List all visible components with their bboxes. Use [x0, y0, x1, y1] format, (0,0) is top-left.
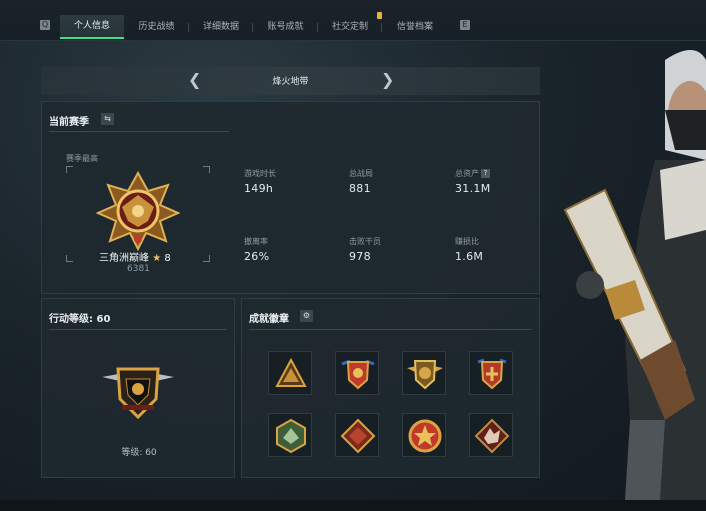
badge-slot[interactable] — [335, 351, 379, 395]
action-level-title: 行动等级: 60 — [49, 314, 111, 325]
tab-social-custom[interactable]: 社交定制 — [318, 15, 382, 39]
rank-points: 6381 — [127, 264, 150, 274]
current-season-panel: 当前赛季 ⇆ 赛季最高 三角洲巅峰 ★ 8 6381 游戏时长 149h 总战局… — [41, 101, 540, 294]
tab-bar: 个人信息 历史战绩 详细数据 账号成就 社交定制 信誉档案 — [60, 15, 448, 39]
stat-value-total-matches: 881 — [349, 182, 371, 195]
stat-value-total-assets: 31.1M — [455, 182, 491, 195]
frame-corner — [203, 255, 210, 262]
next-tab-key-icon[interactable]: E — [460, 20, 470, 30]
tab-personal-info[interactable]: 个人信息 — [60, 15, 124, 39]
eagle-shield-badge-icon — [341, 359, 375, 390]
panel-underline — [249, 329, 532, 330]
frame-corner — [66, 166, 73, 173]
stat-label-playtime: 游戏时长 — [244, 169, 276, 178]
action-level-emblem-icon — [102, 367, 174, 420]
stat-label-operators-defeated: 击败干员 — [349, 237, 381, 246]
stat-label-total-matches: 总战局 — [349, 169, 373, 178]
panel-underline — [49, 131, 229, 132]
stat-value-profit-loss: 1.6M — [455, 250, 484, 263]
triangle-badge-icon — [275, 357, 307, 387]
badge-slot[interactable] — [268, 413, 312, 457]
achievements-title: 成就徽章 — [249, 314, 289, 325]
panel-underline — [49, 329, 227, 330]
tab-credit-profile[interactable]: 信誉档案 — [382, 15, 448, 39]
season-selector: ❮ 烽火地带 ❯ — [41, 67, 540, 95]
badge-slot[interactable] — [335, 413, 379, 457]
badge-slot[interactable] — [268, 351, 312, 395]
red-diamond-badge-icon — [340, 418, 376, 454]
achievements-panel: 成就徽章 ⚙ — [241, 298, 540, 478]
prev-tab-key-icon[interactable]: Q — [40, 20, 50, 30]
wing-shield-badge-icon — [407, 360, 443, 390]
green-hex-badge-icon — [276, 418, 306, 454]
action-level-text: 等级: 60 — [121, 448, 157, 458]
red-wolf-badge-icon — [474, 418, 510, 454]
stat-label-profit-loss: 赚损比 — [455, 237, 479, 246]
frame-corner — [66, 255, 73, 262]
current-season-title: 当前赛季 — [49, 117, 89, 128]
rank-name: 三角洲巅峰 — [99, 253, 149, 264]
operator-character-image — [563, 50, 706, 500]
stat-label-extraction-rate: 撤离率 — [244, 237, 268, 246]
badge-slot[interactable] — [402, 413, 446, 457]
star-icon: ★ — [152, 253, 162, 264]
stat-value-playtime: 149h — [244, 182, 274, 195]
tab-achievements[interactable]: 账号成就 — [253, 15, 318, 39]
chevron-right-icon[interactable]: ❯ — [381, 72, 394, 88]
gear-icon[interactable]: ⚙ — [300, 310, 313, 322]
help-icon[interactable]: ? — [481, 169, 490, 178]
badge-slot[interactable] — [469, 351, 513, 395]
cross-shield-badge-icon — [477, 358, 507, 390]
tab-detailed-data[interactable]: 详细数据 — [189, 15, 253, 39]
rank-name-line: 三角洲巅峰 ★ 8 — [99, 249, 171, 264]
frame-corner — [203, 166, 210, 173]
badge-slot[interactable] — [469, 413, 513, 457]
stat-label-total-assets: 总资产? — [455, 168, 490, 179]
stat-value-operators-defeated: 978 — [349, 250, 371, 263]
star-emblem-badge-icon — [408, 419, 442, 453]
swap-icon[interactable]: ⇆ — [101, 113, 114, 125]
action-level-panel: 行动等级: 60 等级: 60 — [41, 298, 235, 478]
badge-slot[interactable] — [402, 351, 446, 395]
stat-value-extraction-rate: 26% — [244, 250, 270, 263]
season-selector-title: 烽火地带 — [272, 77, 309, 87]
rank-stars: 8 — [164, 253, 171, 264]
season-peak-label: 赛季最高 — [66, 154, 98, 163]
bottom-strip — [0, 500, 706, 511]
notification-dot — [377, 12, 382, 19]
tab-match-history[interactable]: 历史战绩 — [124, 15, 189, 39]
rank-emblem-icon — [96, 171, 180, 251]
